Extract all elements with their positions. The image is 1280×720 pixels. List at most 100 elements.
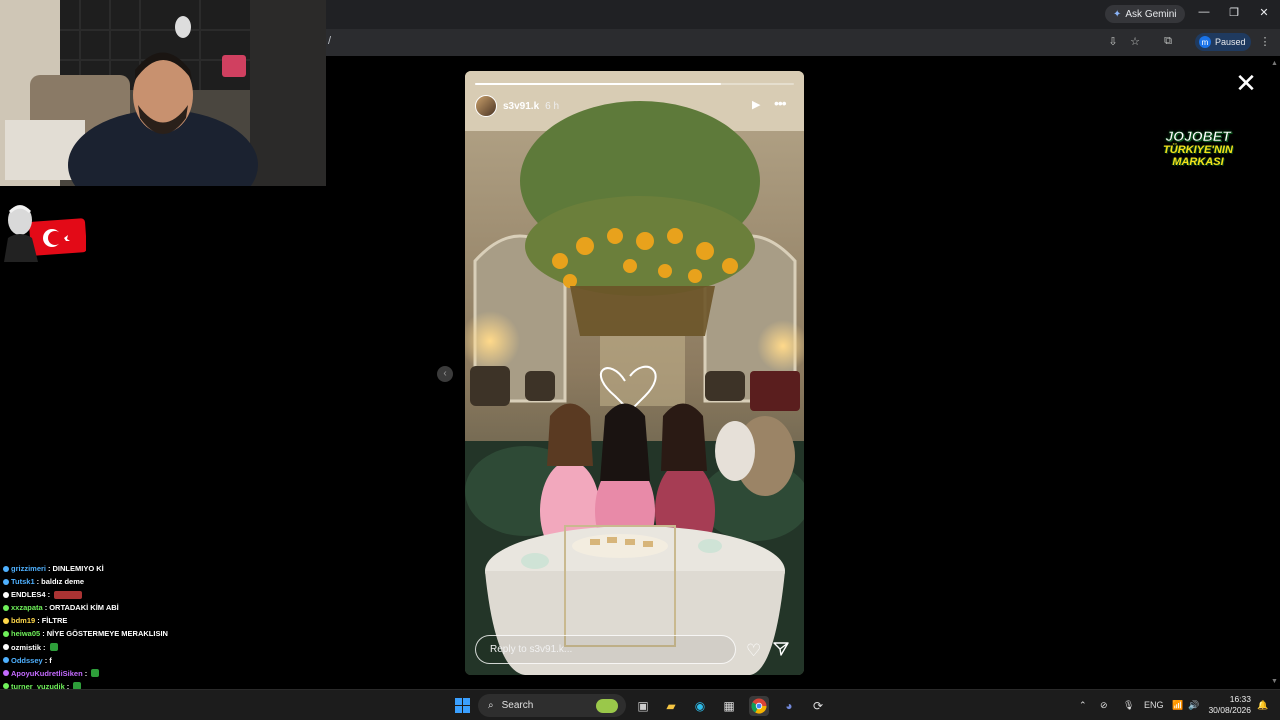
chat-message: heiwa05: NİYE GÖSTERMEYE MERAKLISIN (3, 627, 196, 640)
discord-icon[interactable]: ◕ (779, 696, 799, 716)
more-options-icon[interactable]: ••• (774, 95, 787, 111)
webcam-feed (0, 0, 326, 186)
story-username[interactable]: s3v91.k (503, 101, 539, 112)
reply-input[interactable]: Reply to s3v91.k... (475, 635, 736, 664)
chat-message: ENDLES4: (3, 588, 196, 601)
chat-username[interactable]: xxzapata (11, 601, 43, 614)
previous-story-arrow-icon[interactable]: ‹ (437, 366, 453, 382)
story-timestamp: 6 h (545, 100, 560, 112)
send-icon[interactable] (773, 641, 789, 657)
chat-badge-icon (3, 617, 9, 624)
install-app-icon[interactable]: ⇩ (1106, 35, 1120, 48)
chat-username[interactable]: ENDLES4 (11, 588, 46, 601)
chat-username[interactable]: heiwa05 (11, 627, 40, 640)
extensions-icon[interactable]: ⧉ (1161, 35, 1175, 48)
microphone-icon[interactable]: 🎙 (1123, 700, 1134, 711)
profile-avatar: m (1199, 36, 1211, 48)
address-bar-text[interactable]: / (328, 35, 331, 47)
show-hidden-icons-icon[interactable]: ⌃ (1079, 700, 1087, 711)
page-scrollbar[interactable]: ▲ ▼ (1271, 60, 1278, 685)
chat-badge-icon (3, 657, 9, 664)
story-progress-bar (475, 83, 794, 85)
screen: ✦ Ask Gemini — ❐ ✕ / ⇩ ☆ ⧉ m Paused ⋮ ▲ … (0, 0, 1280, 720)
taskbar-search-label: Search (501, 700, 534, 711)
edge-browser-icon[interactable]: ◉ (690, 696, 710, 716)
wifi-icon[interactable]: 📶 (1172, 700, 1183, 711)
sponsor-line-3: MARKASI (1172, 156, 1224, 168)
chat-text: ORTADAKİ KİM ABİ (49, 603, 119, 613)
taskbar-search[interactable]: ⌕ Search (478, 694, 626, 717)
taskbar: ⌕ Search ▣ ▰ ◉ ▦ ◕ ⟳ ⌃ ⊘ 🎙 ENG 📶 🔊 16:33… (0, 689, 1280, 720)
story-user-avatar[interactable] (475, 95, 497, 117)
clock-time: 16:33 (1229, 694, 1251, 704)
chrome-icon[interactable] (749, 696, 769, 716)
chat-separator: : (44, 655, 48, 665)
chat-badge-icon (3, 591, 9, 598)
chat-text: baldız deme (41, 577, 85, 587)
chat-username[interactable]: ApoyuKudretliSiken (11, 667, 83, 680)
profile-status-label: Paused (1215, 37, 1246, 47)
chat-badge-icon (3, 644, 9, 651)
chat-text: FİLTRE (41, 616, 68, 626)
clock-date: 30/08/2026 (1208, 705, 1251, 715)
story-progress-fill (475, 83, 721, 85)
sponsor-line-1: JOJOBET (1165, 128, 1231, 145)
chat-separator: : (48, 564, 51, 573)
chat-username[interactable]: Tutsk1 (11, 575, 35, 588)
sponsor-logo: JOJOBET TÜRKIYE'NIN MARKASI (1157, 128, 1239, 184)
ask-gemini-label: Ask Gemini (1125, 8, 1177, 20)
chat-message: bdm19: FİLTRE (3, 614, 196, 627)
notifications-icon[interactable]: 🔔 (1257, 700, 1268, 711)
minimize-icon[interactable]: — (1197, 6, 1211, 18)
chat-message: grizzimeri: DINLEMIYO Kİ (3, 562, 196, 575)
chat-emote-icon (91, 669, 100, 678)
chrome-logo-icon (751, 698, 767, 714)
chat-message: xxzapata: ORTADAKİ KİM ABİ (3, 601, 196, 614)
chat-message: ApoyuKudretliSiken: (3, 667, 196, 680)
play-icon[interactable]: ▶ (752, 98, 760, 111)
volume-icon[interactable]: 🔊 (1188, 700, 1199, 711)
language-indicator[interactable]: ENG (1144, 700, 1164, 710)
like-heart-icon[interactable]: ♡ (746, 641, 761, 661)
chat-username[interactable]: ozmistik (11, 641, 41, 654)
search-icon: ⌕ (488, 700, 494, 711)
restore-icon[interactable]: ❐ (1227, 6, 1241, 19)
story-photo (465, 71, 804, 675)
close-window-icon[interactable]: ✕ (1257, 6, 1271, 19)
chat-separator: : (37, 616, 40, 626)
chat-username[interactable]: grizzimeri (11, 562, 46, 575)
task-view-icon[interactable]: ▣ (633, 696, 653, 716)
chat-badge-icon (3, 578, 9, 585)
profile-paused-button[interactable]: m Paused (1195, 33, 1251, 51)
chat-text: NİYE GÖSTERMEYE MERAKLISIN (46, 629, 168, 639)
webcam-overlay (0, 0, 326, 186)
sponsor-line-2: TÜRKIYE'NIN (1163, 144, 1233, 156)
store-icon[interactable]: ▦ (719, 696, 739, 716)
system-clock[interactable]: 16:33 30/08/2026 (1205, 694, 1251, 716)
chat-badge-icon (3, 604, 9, 611)
bookmark-star-icon[interactable]: ☆ (1128, 35, 1142, 48)
chat-separator: : (43, 642, 46, 652)
close-story-icon[interactable]: ✕ (1233, 70, 1259, 96)
chat-badge-icon (3, 565, 9, 572)
file-explorer-icon[interactable]: ▰ (661, 696, 681, 716)
app-icon[interactable]: ⟳ (808, 696, 828, 716)
chat-separator: : (84, 668, 88, 678)
tray-app-icon[interactable]: ⊘ (1100, 700, 1108, 711)
story-card[interactable]: s3v91.k 6 h ▶ ••• Reply to s3v91.k... ♡ (465, 71, 804, 675)
chat-separator: : (36, 577, 40, 587)
windows-start-icon[interactable] (455, 698, 470, 713)
chat-badge-icon (3, 631, 9, 638)
chat-username[interactable]: bdm19 (11, 614, 35, 627)
scroll-up-arrow-icon[interactable]: ▲ (1271, 60, 1278, 67)
gemini-sparkle-icon: ✦ (1113, 8, 1122, 20)
ask-gemini-button[interactable]: ✦ Ask Gemini (1105, 5, 1185, 23)
story-header: s3v91.k 6 h (475, 95, 559, 117)
chat-separator: : (44, 603, 48, 613)
browser-menu-icon[interactable]: ⋮ (1258, 35, 1272, 48)
scroll-down-arrow-icon[interactable]: ▼ (1271, 678, 1278, 685)
chat-message: Oddssey: f (3, 654, 196, 667)
chat-text: f (49, 655, 52, 665)
search-highlight-icon (596, 698, 618, 713)
chat-username[interactable]: Oddssey (11, 654, 43, 667)
